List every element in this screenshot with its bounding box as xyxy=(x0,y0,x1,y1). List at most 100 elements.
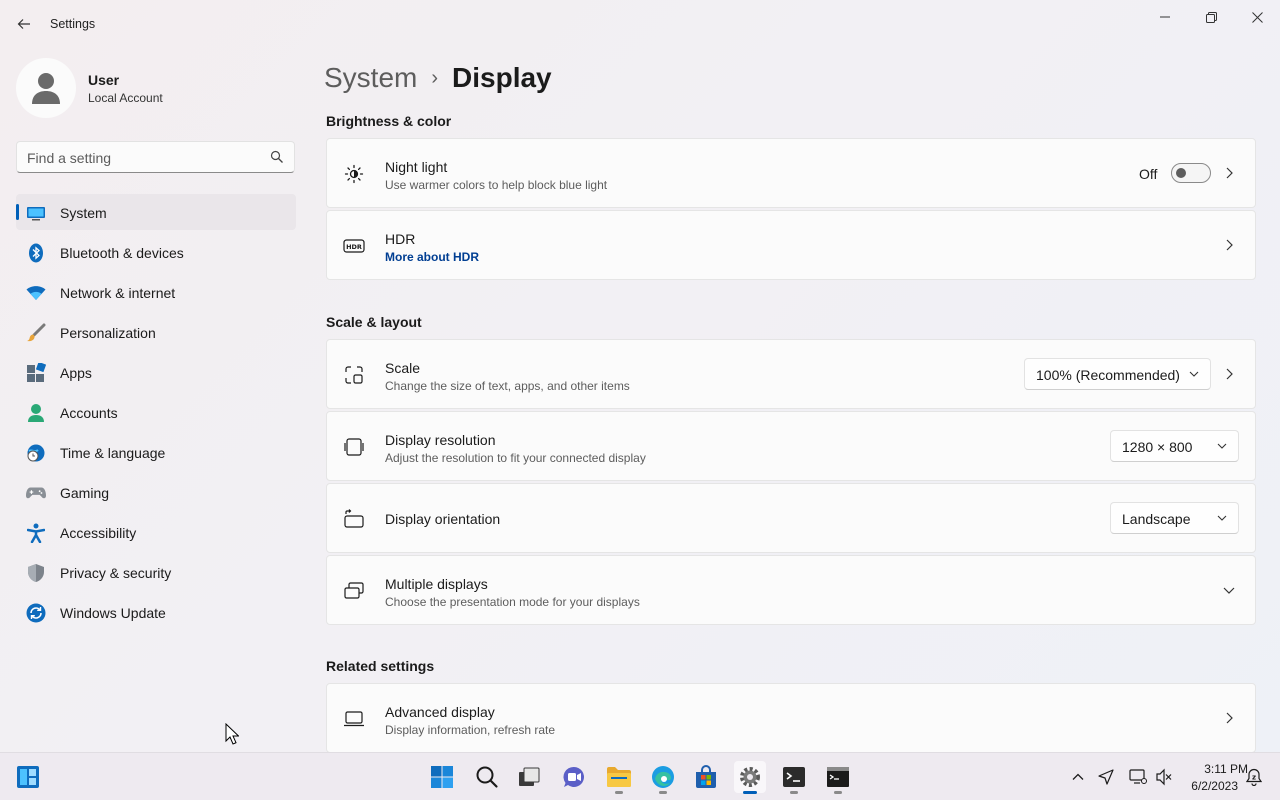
shield-icon xyxy=(26,563,46,583)
advanced-display-title: Advanced display xyxy=(385,704,495,720)
search-placeholder: Find a setting xyxy=(27,150,112,166)
notification-bell-icon: z xyxy=(1246,768,1262,786)
network-tray-button[interactable] xyxy=(1128,767,1148,787)
running-indicator xyxy=(790,791,798,794)
resolution-dropdown-value: 1280 × 800 xyxy=(1122,439,1193,455)
display-orientation-card: Display orientation Landscape xyxy=(326,483,1256,553)
sidebar-item-accessibility[interactable]: Accessibility xyxy=(16,514,296,550)
chevron-up-icon xyxy=(1072,773,1084,780)
search-icon[interactable] xyxy=(270,150,284,164)
display-resolution-title: Display resolution xyxy=(385,432,496,448)
avatar xyxy=(16,58,76,118)
edge-button[interactable] xyxy=(647,761,679,794)
sidebar-item-accounts[interactable]: Accounts xyxy=(16,394,296,430)
display-resolution-subtitle: Adjust the resolution to fit your connec… xyxy=(385,451,646,465)
multiple-displays-card[interactable]: Multiple displays Choose the presentatio… xyxy=(326,555,1256,625)
toggle-knob xyxy=(1176,168,1186,178)
settings-taskbar-button[interactable] xyxy=(734,761,766,794)
restore-button[interactable] xyxy=(1188,6,1234,28)
globe-clock-icon xyxy=(26,443,46,463)
advanced-display-card[interactable]: Advanced display Display information, re… xyxy=(326,683,1256,753)
sidebar-item-personalization[interactable]: Personalization xyxy=(16,314,296,350)
sidebar-item-label: Apps xyxy=(60,365,92,381)
sidebar-item-label: Accessibility xyxy=(60,525,137,541)
minimize-button[interactable] xyxy=(1142,6,1188,28)
update-icon xyxy=(26,603,46,623)
chevron-right-icon[interactable] xyxy=(1221,366,1237,382)
scale-card[interactable]: Scale Change the size of text, apps, and… xyxy=(326,339,1256,409)
task-view-icon xyxy=(519,767,540,786)
search-input[interactable]: Find a setting xyxy=(16,141,295,173)
hdr-card[interactable]: HDR HDR More about HDR xyxy=(326,210,1256,280)
sidebar-item-system[interactable]: System xyxy=(16,194,296,230)
title-bar: Settings xyxy=(0,0,1280,48)
brightness-icon xyxy=(343,163,365,185)
start-button[interactable] xyxy=(426,761,458,793)
sidebar-item-apps[interactable]: Apps xyxy=(16,354,296,390)
sidebar-nav: System Bluetooth & devices Network & int… xyxy=(16,194,296,634)
svg-text:HDR: HDR xyxy=(346,243,362,251)
orientation-dropdown[interactable]: Landscape xyxy=(1110,502,1239,534)
close-button[interactable] xyxy=(1234,6,1280,28)
store-button[interactable] xyxy=(690,761,722,793)
sidebar-item-label: Privacy & security xyxy=(60,565,172,581)
resolution-dropdown[interactable]: 1280 × 800 xyxy=(1110,430,1239,462)
clock-time: 3:11 PM xyxy=(1204,762,1248,776)
section-title-brightness: Brightness & color xyxy=(326,113,452,129)
gamepad-icon xyxy=(26,483,46,503)
scale-dropdown[interactable]: 100% (Recommended) xyxy=(1024,358,1211,390)
file-explorer-button[interactable] xyxy=(603,761,635,794)
chevron-right-icon[interactable] xyxy=(1221,165,1237,181)
widgets-button[interactable] xyxy=(12,761,44,793)
section-title-scale-layout: Scale & layout xyxy=(326,314,422,330)
location-tray-button[interactable] xyxy=(1096,767,1116,787)
chat-button[interactable] xyxy=(558,761,590,793)
chevron-down-icon[interactable] xyxy=(1221,582,1237,598)
volume-tray-button[interactable] xyxy=(1154,767,1174,787)
sidebar-item-label: Personalization xyxy=(60,325,156,341)
close-icon xyxy=(1251,11,1263,23)
chevron-right-icon[interactable] xyxy=(1221,237,1237,253)
running-indicator xyxy=(659,791,667,794)
multiple-displays-subtitle: Choose the presentation mode for your di… xyxy=(385,595,640,609)
command-prompt-button[interactable] xyxy=(822,761,854,794)
task-view-button[interactable] xyxy=(513,761,545,793)
sidebar-item-windows-update[interactable]: Windows Update xyxy=(16,594,296,630)
sidebar-item-gaming[interactable]: Gaming xyxy=(16,474,296,510)
orientation-icon xyxy=(343,508,365,530)
chevron-right-icon[interactable] xyxy=(1221,710,1237,726)
notifications-button[interactable]: z xyxy=(1244,767,1264,787)
sidebar-item-privacy[interactable]: Privacy & security xyxy=(16,554,296,590)
running-indicator xyxy=(615,791,623,794)
apps-icon xyxy=(26,363,46,383)
more-about-hdr-link[interactable]: More about HDR xyxy=(385,250,479,264)
monitor-icon xyxy=(343,708,365,730)
multiple-displays-icon xyxy=(343,580,365,602)
sidebar-item-label: Bluetooth & devices xyxy=(60,245,184,261)
show-hidden-icons-button[interactable] xyxy=(1068,767,1088,787)
user-avatar-icon xyxy=(32,73,60,104)
edge-browser-icon xyxy=(652,766,674,788)
user-profile[interactable]: User Local Account xyxy=(16,58,276,118)
network-icon xyxy=(1129,769,1147,784)
volume-muted-icon xyxy=(1156,768,1172,786)
resolution-icon xyxy=(343,436,365,458)
chat-icon xyxy=(563,766,584,787)
store-icon xyxy=(696,765,716,788)
breadcrumb-parent[interactable]: System xyxy=(324,62,417,94)
sidebar-item-bluetooth[interactable]: Bluetooth & devices xyxy=(16,234,296,270)
sidebar-item-network[interactable]: Network & internet xyxy=(16,274,296,310)
night-light-card[interactable]: Night light Use warmer colors to help bl… xyxy=(326,138,1256,208)
night-light-toggle[interactable] xyxy=(1171,163,1211,183)
back-button[interactable] xyxy=(10,10,38,38)
search-button[interactable] xyxy=(471,761,503,793)
account-type: Local Account xyxy=(88,91,163,105)
terminal-button[interactable] xyxy=(778,761,810,794)
command-prompt-icon xyxy=(827,767,849,787)
sidebar-item-time-language[interactable]: Time & language xyxy=(16,434,296,470)
display-resolution-card: Display resolution Adjust the resolution… xyxy=(326,411,1256,481)
sidebar-item-label: Gaming xyxy=(60,485,110,501)
chevron-down-icon xyxy=(1189,371,1199,377)
active-indicator xyxy=(743,791,757,794)
sidebar-item-label: Accounts xyxy=(60,405,118,421)
